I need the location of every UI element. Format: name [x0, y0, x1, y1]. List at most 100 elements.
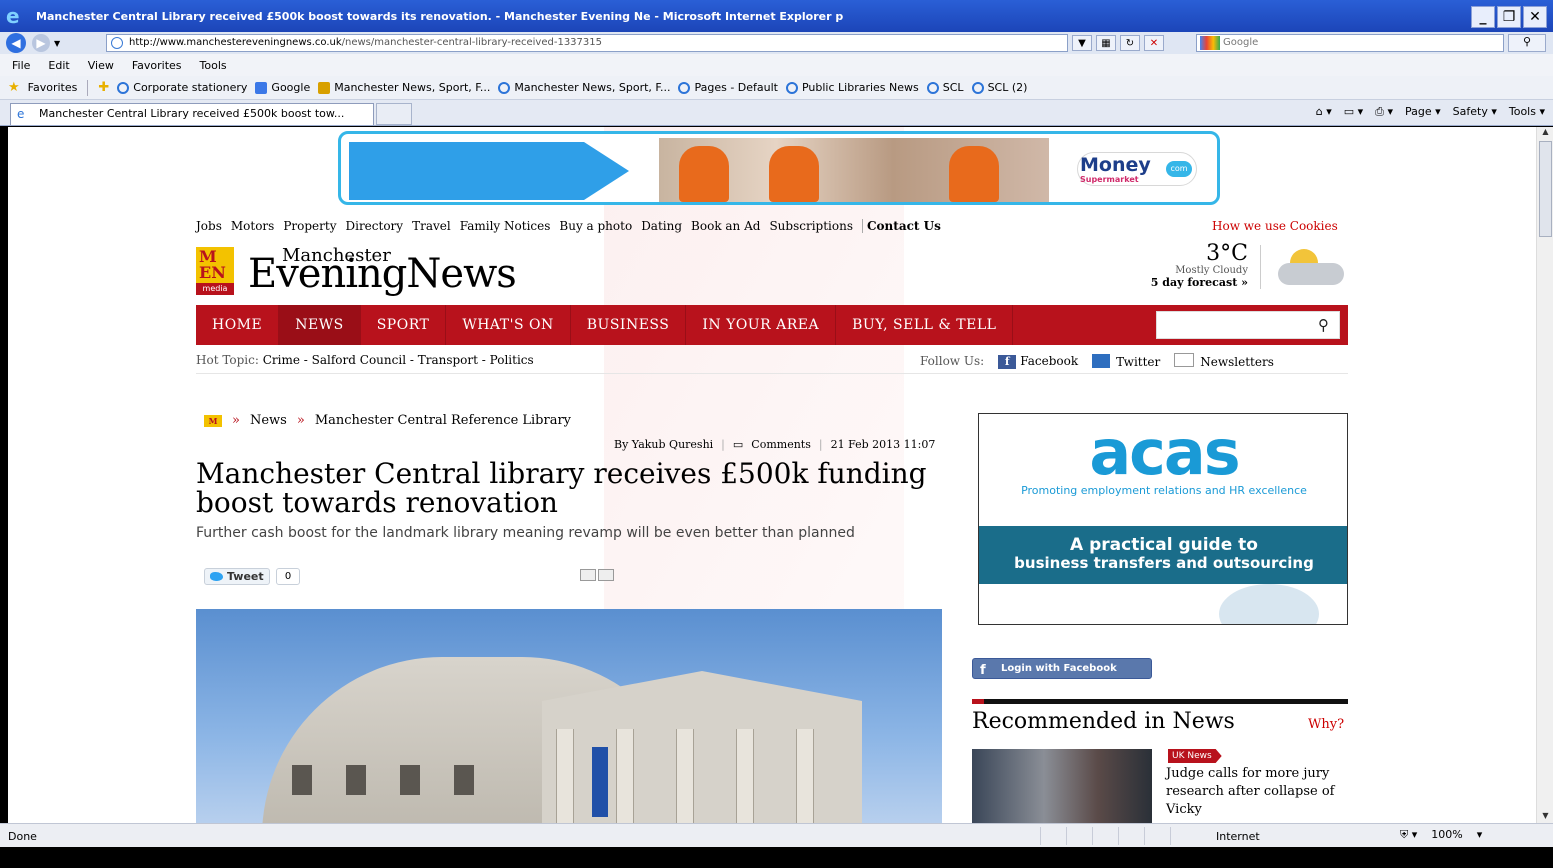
menu-tools[interactable]: Tools [200, 59, 227, 72]
zoom-level[interactable]: 100% [1431, 828, 1462, 842]
breadcrumb-home[interactable]: M [204, 414, 222, 427]
ie-page-icon [117, 81, 130, 94]
toplink[interactable]: Family Notices [460, 219, 551, 233]
security-zone: Internet [1216, 830, 1260, 843]
favorite-item[interactable]: SCL (2) [971, 81, 1027, 94]
recommended-headline[interactable]: Judge calls for more jury research after… [1166, 765, 1346, 819]
page-menu[interactable]: Page ▾ [1405, 105, 1441, 119]
tab-bar: e Manchester Central Library received £5… [0, 100, 1553, 126]
print-icon[interactable] [580, 569, 596, 581]
toplink[interactable]: Buy a photo [559, 219, 632, 233]
address-dropdown-icon[interactable]: ▼ [1072, 35, 1092, 51]
toplink[interactable]: Motors [231, 219, 274, 233]
favorites-bar: ★ Favorites ✚ Corporate stationery Googl… [0, 76, 1553, 100]
nav-sport[interactable]: SPORT [361, 305, 447, 345]
recommended-why-link[interactable]: Why? [1308, 717, 1344, 732]
page-viewport: Money Supermarket com Jobs Motors Proper… [8, 127, 1536, 823]
divider [196, 373, 1348, 374]
feeds-icon[interactable]: ▭ ▾ [1344, 105, 1363, 119]
divider: | [818, 438, 823, 451]
recommended-thumbnail[interactable] [972, 749, 1152, 823]
menu-edit[interactable]: Edit [48, 59, 69, 72]
scroll-up-icon[interactable]: ▲ [1539, 127, 1552, 139]
close-button[interactable]: ✕ [1523, 6, 1547, 28]
toplink[interactable]: Subscriptions [769, 219, 853, 233]
toplink[interactable]: Property [283, 219, 336, 233]
search-icon[interactable]: ⚲ [1318, 316, 1329, 334]
nav-whats-on[interactable]: WHAT'S ON [446, 305, 571, 345]
new-tab-button[interactable] [376, 103, 412, 125]
favorite-item[interactable]: Public Libraries News [785, 81, 919, 94]
back-button[interactable]: ◀ [6, 33, 26, 53]
ad-logo-text: Money [1080, 154, 1151, 176]
nav-business[interactable]: BUSINESS [571, 305, 687, 345]
masthead-title[interactable]: EveningNews [248, 251, 517, 297]
favorite-item[interactable]: Manchester News, Sport, F... [498, 81, 670, 94]
favorite-item[interactable]: Pages - Default [678, 81, 778, 94]
maximize-button[interactable]: ❐ [1497, 6, 1521, 28]
vertical-scrollbar[interactable]: ▲ ▼ [1536, 127, 1553, 823]
cookies-link[interactable]: How we use Cookies [1212, 219, 1338, 233]
nav-in-your-area[interactable]: IN YOUR AREA [686, 305, 837, 345]
favorites-button[interactable]: Favorites [28, 81, 78, 94]
nav-home[interactable]: HOME [196, 305, 280, 345]
nav-news[interactable]: NEWS [279, 305, 361, 345]
window [454, 765, 474, 795]
favorite-item[interactable]: Google [255, 81, 310, 94]
toplink[interactable]: Directory [345, 219, 403, 233]
ad-acas[interactable]: acas Promoting employment relations and … [978, 413, 1348, 625]
main-nav: HOME NEWS SPORT WHAT'S ON BUSINESS IN YO… [196, 305, 1348, 345]
breadcrumb-news[interactable]: News [250, 413, 287, 428]
scroll-down-icon[interactable]: ▼ [1539, 811, 1552, 823]
toplink[interactable]: Jobs [196, 219, 222, 233]
favorite-label: Manchester News, Sport, F... [514, 81, 671, 94]
search-button[interactable]: ⚲ [1508, 34, 1546, 52]
safety-menu[interactable]: Safety ▾ [1453, 105, 1497, 119]
menu-file[interactable]: File [12, 59, 30, 72]
protected-mode-icon[interactable]: ⛨ ▾ [1400, 828, 1417, 842]
zoom-dropdown-icon[interactable]: ▾ [1477, 828, 1483, 842]
refresh-icon[interactable]: ↻ [1120, 35, 1140, 51]
favorite-item[interactable]: SCL [926, 81, 964, 94]
favorite-item[interactable]: Corporate stationery [117, 81, 247, 94]
tools-menu[interactable]: Tools ▾ [1509, 105, 1545, 119]
window [400, 765, 420, 795]
site-search-input[interactable]: ⚲ [1156, 311, 1340, 339]
stop-icon[interactable]: ✕ [1144, 35, 1164, 51]
hot-topic-links[interactable]: Crime - Salford Council - Transport - Po… [263, 353, 534, 367]
facebook-link[interactable]: Facebook [998, 354, 1078, 369]
facebook-login-button[interactable]: f Login with Facebook [972, 658, 1152, 679]
toplink[interactable]: Book an Ad [691, 219, 760, 233]
email-icon[interactable] [598, 569, 614, 581]
menu-view[interactable]: View [88, 59, 114, 72]
tab-active[interactable]: e Manchester Central Library received £5… [10, 103, 374, 125]
toplink[interactable]: Travel [412, 219, 451, 233]
contact-us-link[interactable]: Contact Us [862, 219, 941, 233]
article-byline: By Yakub Qureshi | ▭ Comments | 21 Feb 2… [614, 438, 935, 451]
comments-link[interactable]: Comments [751, 438, 811, 451]
cloud-shape [1278, 263, 1344, 285]
nav-buy-sell-tell[interactable]: BUY, SELL & TELL [836, 305, 1014, 345]
author[interactable]: By Yakub Qureshi [614, 438, 713, 451]
menu-favorites[interactable]: Favorites [132, 59, 182, 72]
add-favorite-icon[interactable]: ✚ [98, 80, 109, 95]
scroll-thumb[interactable] [1539, 141, 1552, 237]
history-dropdown-icon[interactable]: ▼ [54, 39, 60, 48]
minimize-button[interactable]: _ [1471, 6, 1495, 28]
ad-banner-moneysupermarket[interactable]: Money Supermarket com [338, 131, 1220, 205]
favorite-item[interactable]: Manchester News, Sport, F... [318, 81, 490, 94]
home-icon[interactable]: ⌂ ▾ [1316, 105, 1332, 119]
compatibility-icon[interactable]: ▦ [1096, 35, 1116, 51]
toplink[interactable]: Dating [641, 219, 682, 233]
address-input[interactable]: http://www.manchestereveningnews.co.uk/n… [106, 34, 1068, 52]
search-input[interactable]: Google [1196, 34, 1504, 52]
twitter-link[interactable]: Twitter [1092, 354, 1160, 369]
hot-topic-label: Hot Topic: [196, 353, 259, 367]
breadcrumb-section[interactable]: Manchester Central Reference Library [315, 413, 571, 428]
forward-button[interactable]: ▶ [32, 34, 50, 52]
newsletters-link[interactable]: Newsletters [1174, 353, 1274, 369]
forecast-link[interactable]: 5 day forecast » [1116, 276, 1248, 289]
print-icon[interactable]: ⎙ ▾ [1375, 105, 1393, 119]
men-media-logo[interactable]: M EN media [196, 247, 234, 295]
tweet-button[interactable]: Tweet [204, 568, 270, 585]
